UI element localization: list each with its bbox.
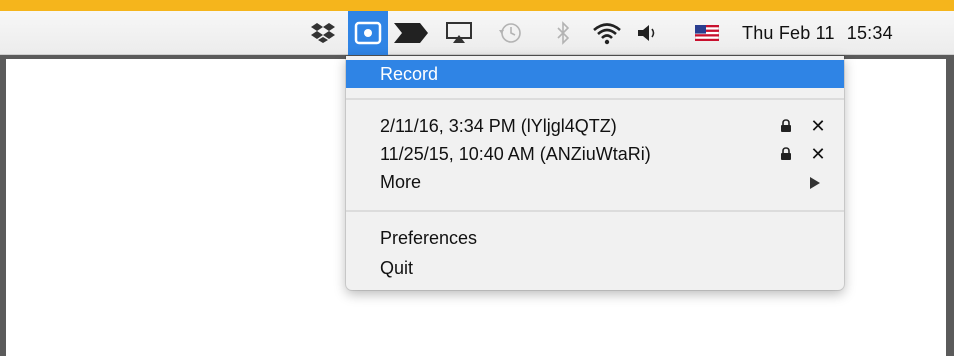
recording-item[interactable]: 2/11/16, 3:34 PM (lYljgl4QTZ) ✕ [346,112,844,140]
menu-bar: Thu Feb 11 15:34 [0,11,954,55]
bluetooth-icon[interactable] [552,11,574,55]
recorder-dropdown-menu: Record 2/11/16, 3:34 PM (lYljgl4QTZ) ✕ 1… [346,56,844,290]
forward-arrows-icon[interactable] [392,11,430,55]
volume-icon[interactable] [636,11,662,55]
clock-date: Thu Feb 11 [742,23,835,43]
record-label: Record [380,64,439,84]
delete-recording-icon[interactable]: ✕ [808,140,828,168]
quit-label: Quit [380,258,414,278]
menu-separator [346,210,844,212]
quit-menu-item[interactable]: Quit [346,254,844,282]
dropbox-icon[interactable] [308,11,338,55]
more-menu-item[interactable]: More [346,168,844,196]
record-menu-item[interactable]: Record [346,60,844,88]
clock-time: 15:34 [846,23,893,43]
screen-recorder-icon[interactable] [348,11,388,55]
lock-icon[interactable] [778,112,794,140]
preferences-label: Preferences [380,228,478,248]
menubar-clock[interactable]: Thu Feb 11 15:34 [742,11,893,55]
airplay-icon[interactable] [444,11,474,55]
menu-separator [346,98,844,100]
recording-label: 2/11/16, 3:34 PM (lYljgl4QTZ) [380,116,617,136]
delete-recording-icon[interactable]: ✕ [808,112,828,140]
recording-label: 11/25/15, 10:40 AM (ANZiuWtaRi) [380,144,651,164]
time-machine-icon[interactable] [496,11,526,55]
recording-item[interactable]: 11/25/15, 10:40 AM (ANZiuWtaRi) ✕ [346,140,844,168]
lock-icon[interactable] [778,140,794,168]
wifi-icon[interactable] [590,11,624,55]
background-frame: Thu Feb 11 15:34 Record 2/11/16, 3:34 PM … [0,0,954,356]
us-flag-icon[interactable] [692,11,722,55]
preferences-menu-item[interactable]: Preferences [346,224,844,252]
submenu-arrow-icon [810,177,820,189]
more-label: More [380,172,422,192]
